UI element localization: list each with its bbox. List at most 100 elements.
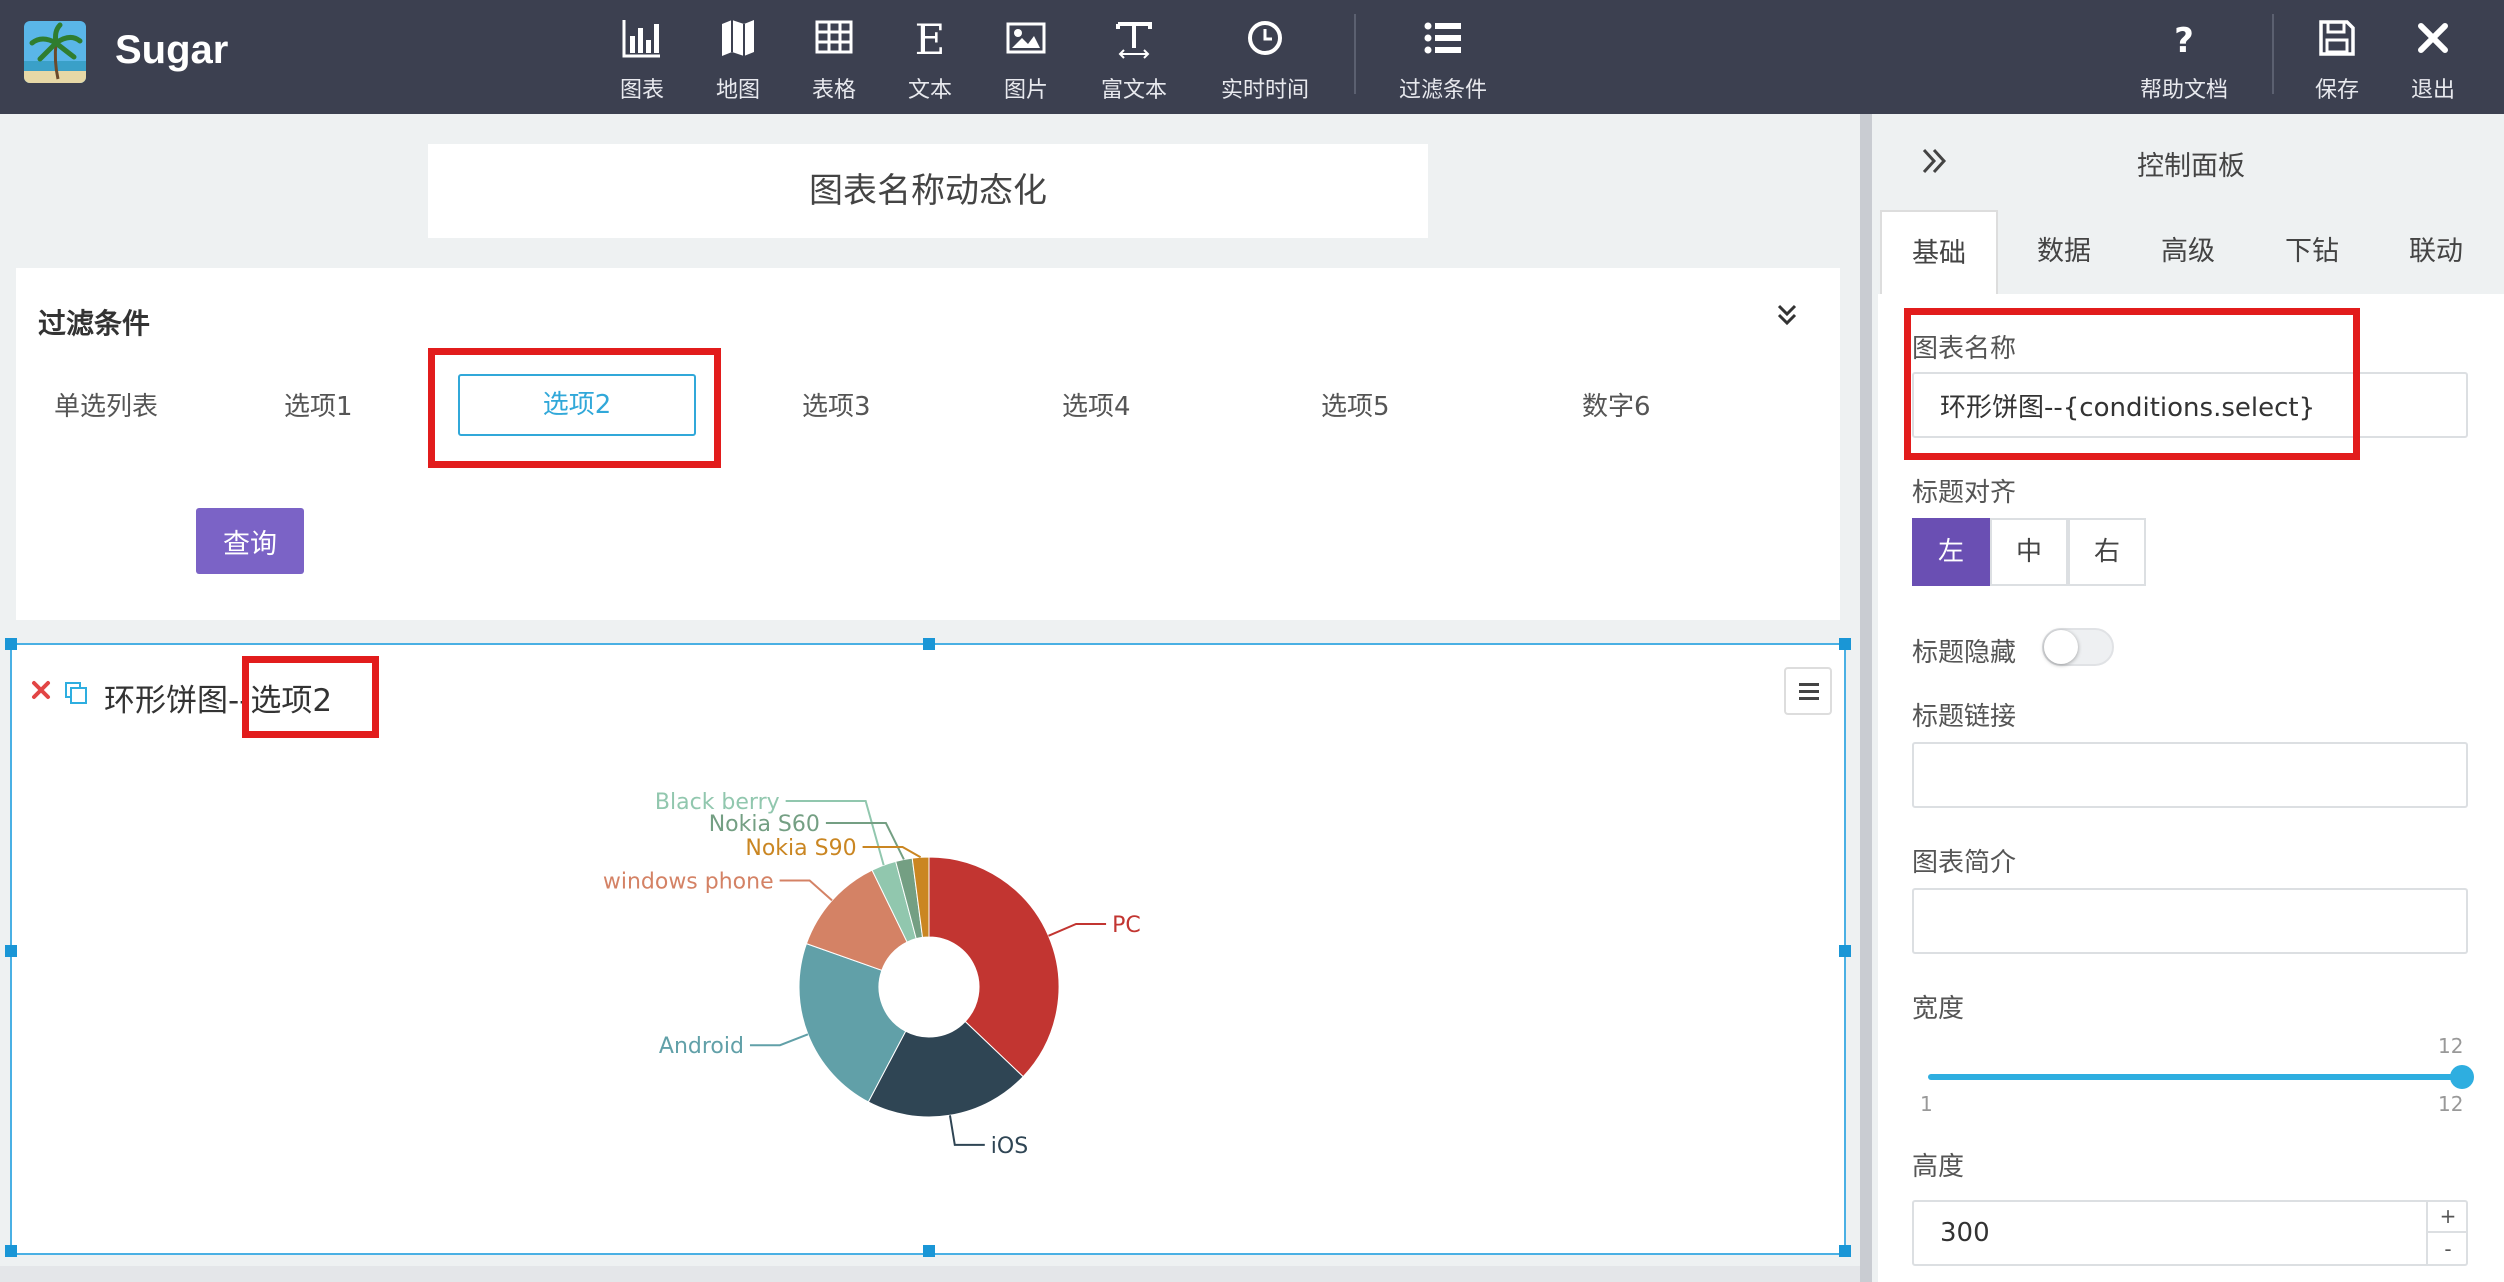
chart-widget[interactable]: 环形饼图--选项2 PC iOS Android windows phone Black… xyxy=(5,638,1851,1257)
donut-leader-line xyxy=(749,1033,809,1047)
panel-header: 控制面板 xyxy=(1878,114,2504,210)
help-docs-label: 帮助文档 xyxy=(2139,78,2228,103)
query-button[interactable]: 查询 xyxy=(196,508,304,574)
tab-advanced[interactable]: 高级 xyxy=(2126,210,2250,294)
toolbar-image-button[interactable]: 图片 xyxy=(971,16,1081,104)
svg-text:E: E xyxy=(915,16,946,60)
donut-chart: PCiOSAndroidwindows phoneBlack berryNoki… xyxy=(603,790,1141,1159)
donut-leader-line xyxy=(862,846,922,859)
filter-option-2-selected[interactable]: 选项2 xyxy=(458,374,696,436)
toolbar-realtime-label: 实时时间 xyxy=(1220,78,1309,103)
donut-label: PC xyxy=(1112,913,1141,938)
chart-desc-input[interactable] xyxy=(1912,888,2468,954)
image-icon xyxy=(1006,22,1046,54)
donut-label: Android xyxy=(659,1034,744,1059)
logo-image xyxy=(24,21,86,83)
toggle-knob xyxy=(2044,630,2078,664)
filter-radio-label: 单选列表 xyxy=(54,392,159,422)
filter-option-6[interactable]: 数字6 xyxy=(1582,386,1651,423)
toolbar-divider xyxy=(1354,14,1356,94)
donut-label: iOS xyxy=(991,1134,1028,1159)
control-panel: 控制面板 基础 数据 高级 下钻 联动 图表名称 标题对齐 左 中 右 标题隐藏… xyxy=(1878,114,2504,1282)
width-slider-track[interactable] xyxy=(1928,1074,2462,1080)
tab-basic[interactable]: 基础 xyxy=(1880,210,1998,294)
save-button[interactable]: 保存 xyxy=(2282,16,2392,104)
donut-label: Nokia S60 xyxy=(709,812,820,837)
table-icon xyxy=(815,20,853,54)
panel-tabs: 基础 数据 高级 下钻 联动 xyxy=(1878,210,2504,294)
height-stepper: + - xyxy=(2426,1200,2468,1266)
filter-title: 过滤条件 xyxy=(38,307,151,340)
filter-option-3[interactable]: 选项3 xyxy=(802,386,871,423)
toolbar-text-button[interactable]: E 文本 xyxy=(875,16,985,104)
chart-name-input[interactable] xyxy=(1912,372,2468,438)
donut-label: Nokia S90 xyxy=(745,836,856,861)
horizontal-scrollbar[interactable] xyxy=(0,1266,1860,1282)
align-center-button[interactable]: 中 xyxy=(1990,518,2068,586)
height-input[interactable] xyxy=(1912,1200,2468,1266)
toolbar-chart-button[interactable]: 图表 xyxy=(587,16,697,104)
toolbar-table-button[interactable]: 表格 xyxy=(779,16,889,104)
toolbar-realtime-button[interactable]: 实时时间 xyxy=(1210,16,1320,104)
height-label: 高度 xyxy=(1912,1152,1965,1182)
collapse-chevron-icon[interactable] xyxy=(1772,300,1802,330)
align-right-button[interactable]: 右 xyxy=(2068,518,2146,586)
panel-title: 控制面板 xyxy=(2137,151,2245,182)
title-hide-toggle[interactable] xyxy=(2042,628,2114,666)
donut-leader-line xyxy=(779,879,833,902)
panel-splitter[interactable] xyxy=(1860,114,1872,1282)
save-icon xyxy=(2319,20,2355,56)
width-slider-min: 1 xyxy=(1920,1092,1933,1116)
help-docs-button[interactable]: ? 帮助文档 xyxy=(2129,16,2239,104)
clock-icon xyxy=(1248,21,1282,55)
close-icon xyxy=(2418,23,2448,53)
tab-data[interactable]: 数据 xyxy=(2002,210,2126,294)
height-increment-button[interactable]: + xyxy=(2428,1200,2468,1233)
height-decrement-button[interactable]: - xyxy=(2428,1233,2468,1266)
title-link-input[interactable] xyxy=(1912,742,2468,808)
exit-button[interactable]: 退出 xyxy=(2378,16,2488,104)
top-navigation-bar: Sugar 图表 地图 表格 E 文本 图片 富文本 实时时间 过滤条件 ? 帮… xyxy=(0,0,2504,114)
align-left-button[interactable]: 左 xyxy=(1912,518,1990,586)
donut-leader-line xyxy=(1048,922,1107,937)
question-icon: ? xyxy=(2174,21,2194,60)
text-icon: E xyxy=(915,16,946,60)
toolbar-divider-right xyxy=(2272,14,2274,94)
width-slider-max: 12 xyxy=(2438,1092,2464,1116)
title-link-label: 标题链接 xyxy=(1912,702,2017,732)
filter-option-5[interactable]: 选项5 xyxy=(1321,386,1390,423)
tab-drilldown[interactable]: 下钻 xyxy=(2250,210,2374,294)
app-name: Sugar xyxy=(115,28,229,72)
map-icon xyxy=(722,20,754,56)
toolbar-image-label: 图片 xyxy=(1003,78,1048,103)
toolbar-rich-text-button[interactable]: 富文本 xyxy=(1079,16,1189,104)
panel-body: 图表名称 标题对齐 左 中 右 标题隐藏 标题链接 图表简介 宽度 12 1 1… xyxy=(1878,294,2504,1282)
toolbar-map-button[interactable]: 地图 xyxy=(683,16,793,104)
toolbar-filter-label: 过滤条件 xyxy=(1398,78,1487,103)
filter-panel: 过滤条件 单选列表 选项1 选项2 选项3 选项4 选项5 数字6 查询 xyxy=(16,268,1840,620)
width-slider-current: 12 xyxy=(2438,1034,2464,1058)
donut-leader-line xyxy=(948,1115,985,1146)
rich-text-icon xyxy=(1116,22,1152,59)
toolbar-table-label: 表格 xyxy=(811,78,856,103)
page-title: 图表名称动态化 xyxy=(428,144,1428,238)
list-icon xyxy=(1424,22,1461,54)
chart-desc-label: 图表简介 xyxy=(1912,848,2017,878)
toolbar-rich-text-label: 富文本 xyxy=(1100,78,1167,103)
filter-option-1[interactable]: 选项1 xyxy=(284,386,353,423)
toolbar-map-label: 地图 xyxy=(715,78,760,103)
exit-label: 退出 xyxy=(2410,78,2455,103)
toolbar-filter-button[interactable]: 过滤条件 xyxy=(1388,16,1498,104)
filter-option-4[interactable]: 选项4 xyxy=(1062,386,1131,423)
width-label: 宽度 xyxy=(1912,994,1965,1024)
toolbar-text-label: 文本 xyxy=(907,78,952,103)
title-align-label: 标题对齐 xyxy=(1912,478,2017,508)
tab-linkage[interactable]: 联动 xyxy=(2374,210,2498,294)
toolbar-chart-label: 图表 xyxy=(619,78,664,103)
bar-chart-icon xyxy=(622,20,660,58)
title-hide-label: 标题隐藏 xyxy=(1912,638,2017,668)
width-slider-handle[interactable] xyxy=(2450,1065,2474,1089)
chart-name-label: 图表名称 xyxy=(1912,334,2017,364)
svg-text:?: ? xyxy=(2174,21,2194,60)
donut-label: windows phone xyxy=(603,869,774,894)
